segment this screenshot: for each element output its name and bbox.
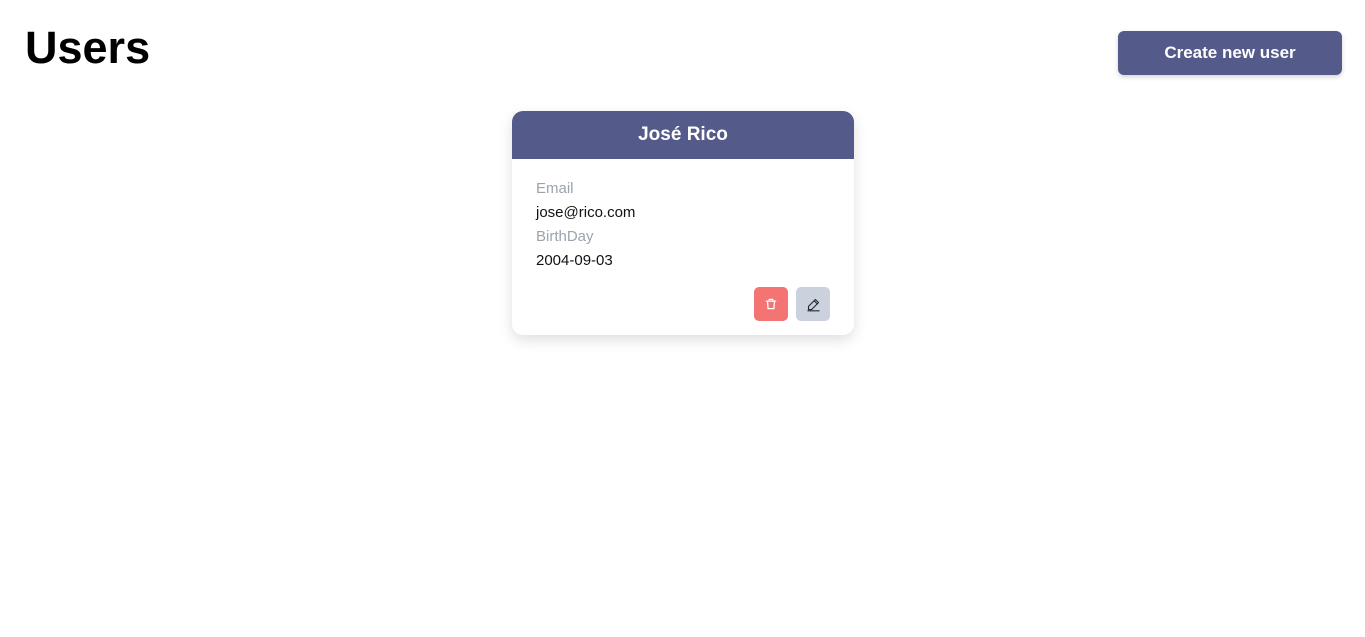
email-label: Email <box>536 180 574 197</box>
trash-icon <box>764 297 778 311</box>
delete-user-button[interactable] <box>754 287 788 321</box>
page-title: Users <box>25 22 151 73</box>
create-new-user-button[interactable]: Create new user <box>1118 31 1342 75</box>
user-card: José Rico Email jose@rico.com BirthDay 2… <box>512 111 854 335</box>
email-value: jose@rico.com <box>536 204 636 221</box>
pencil-icon <box>806 297 821 312</box>
user-card-actions <box>754 287 830 321</box>
birthday-value: 2004-09-03 <box>536 252 613 269</box>
user-name: José Rico <box>638 124 728 145</box>
user-card-header: José Rico <box>512 111 854 159</box>
edit-user-button[interactable] <box>796 287 830 321</box>
user-card-body: Email jose@rico.com BirthDay 2004-09-03 <box>512 159 854 273</box>
birthday-label: BirthDay <box>536 228 594 245</box>
